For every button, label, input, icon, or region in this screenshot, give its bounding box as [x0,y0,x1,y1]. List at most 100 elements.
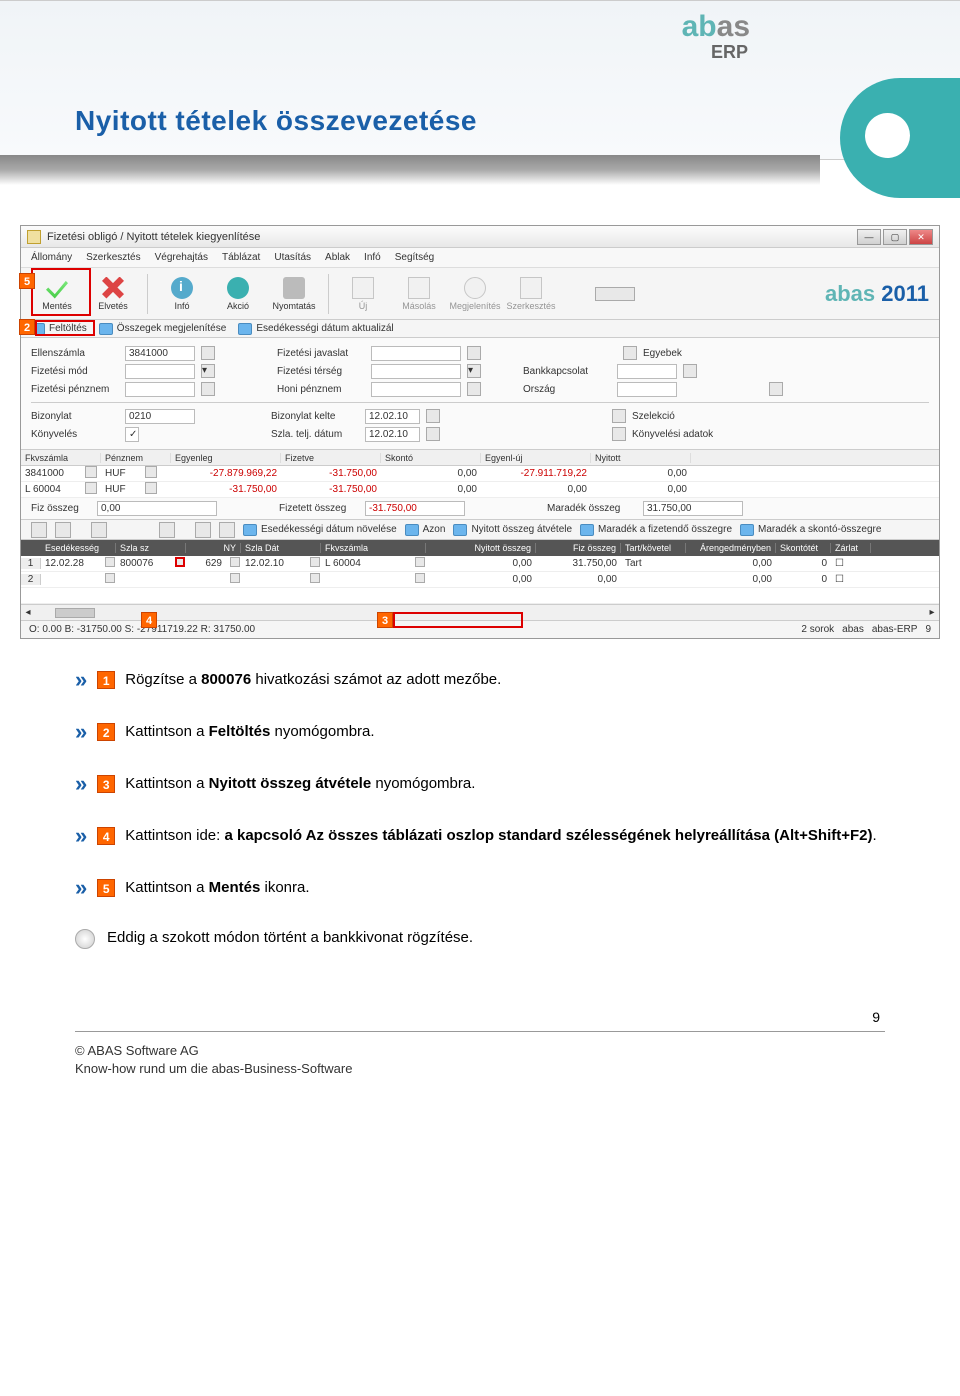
maradek-skonto-button[interactable]: Maradék a skontó-összegre [740,524,881,536]
lookup-icon-5[interactable] [201,382,215,396]
fizterseg-input[interactable] [371,364,461,379]
horizontal-scrollbar[interactable]: ◂ ▸ [21,604,939,620]
nyitott-atvetele-button[interactable]: Nyitott összeg átvétele [453,524,572,536]
view-button[interactable]: Megjelenítés [449,271,501,317]
feltoltes-button[interactable]: Feltöltés [31,323,87,335]
dropdown-icon-3[interactable]: ▾ [467,364,481,378]
detail-row[interactable]: 1 12.02.28 800076 629 12.02.10 L 60004 0… [21,556,939,572]
menu-vegrehajtas[interactable]: Végrehajtás [155,252,208,263]
esedekesseg-button[interactable]: Esedékességi dátum aktualizál [238,323,393,335]
cell-icon[interactable] [85,466,97,478]
cell-icon[interactable] [145,466,157,478]
cell-icon[interactable] [105,573,115,583]
main-toolbar: Mentés Elvetés Infó Akció Nyomtatás Új M… [21,268,939,320]
cell-icon[interactable] [415,573,425,583]
toolbar-separator [147,274,148,314]
edit-button[interactable]: Szerkesztés [505,271,557,317]
statusbar: O: 0.00 B: -31750.00 S: -27911719.22 R: … [21,620,939,638]
row-number: 1 [21,558,41,569]
menu-info[interactable]: Infó [364,252,381,263]
step-badge: 2 [97,723,115,741]
menu-szerkesztes[interactable]: Szerkesztés [86,252,140,263]
save-button[interactable]: Mentés [31,271,83,317]
tool-icon-4[interactable] [159,522,175,538]
cell: HUF [101,484,141,495]
cell-icon[interactable] [415,557,425,567]
cell-icon[interactable] [230,557,240,567]
maradek-fizetendo-button[interactable]: Maradék a fizetendő összegre [580,524,732,536]
bizkelte-input[interactable]: 12.02.10 [365,409,420,424]
col-fizetve: Fizetve [281,453,381,463]
tool-icon-5[interactable] [195,522,211,538]
cell-icon[interactable] [310,557,320,567]
col: Fiz összeg [536,543,621,553]
calendar-icon-2[interactable] [426,427,440,441]
menu-ablak[interactable]: Ablak [325,252,350,263]
fizpenznem-input[interactable] [125,382,195,397]
grid-row: 3841000 HUF -27.879.969,22 -31.750,00 0,… [21,466,939,482]
new-button[interactable]: Új [337,271,389,317]
instruction-item: » 2 Kattintson a Feltöltés nyomógombra. [75,721,885,743]
bizonylat-input[interactable]: 0210 [125,409,195,424]
tool-icon-3[interactable] [91,522,107,538]
tool-icon-2[interactable] [55,522,71,538]
copy-button[interactable]: Másolás [393,271,445,317]
callout-1 [175,557,185,567]
edit-label: Szerkesztés [506,301,555,311]
fizmod-input[interactable] [125,364,195,379]
lookup-icon-8[interactable] [612,409,626,423]
esed-novel-button[interactable]: Esedékességi dátum növelése [243,524,397,536]
bankkapcsolat-input[interactable] [617,364,677,379]
discard-button[interactable]: Elvetés [87,271,139,317]
azon-button[interactable]: Azon [405,524,446,536]
orszag-input[interactable] [617,382,677,397]
col-skonto: Skontó [381,453,481,463]
detail-row[interactable]: 2 0,00 0,00 0,00 0 ☐ [21,572,939,588]
tool-icon-1[interactable] [31,522,47,538]
ellenszamla-input[interactable]: 3841000 [125,346,195,361]
maximize-button[interactable]: ▢ [883,229,907,245]
cell-icon[interactable] [105,557,115,567]
menu-utasitas[interactable]: Utasítás [274,252,311,263]
tool-icon-6[interactable] [219,522,235,538]
dropdown-icon[interactable] [595,287,635,301]
print-button[interactable]: Nyomtatás [268,271,320,317]
lookup-icon-6[interactable] [467,382,481,396]
col-fkv: Fkvszámla [21,453,101,463]
x-icon [102,277,124,299]
osszegek-button[interactable]: Összegek megjelenítése [99,323,227,335]
cell: 0,00 [381,468,481,479]
scroll-thumb[interactable] [55,608,95,618]
instruction-text: Kattintson a Nyitott összeg átvétele nyo… [125,773,885,794]
chevron-icon: » [75,721,87,743]
cell: -27.911.719,22 [481,468,591,479]
action-button[interactable]: Akció [212,271,264,317]
konyveles-checkbox[interactable]: ✓ [125,427,139,442]
col: Skontótét [776,543,831,553]
szladatum-input[interactable]: 12.02.10 [365,427,420,442]
info-button[interactable]: Infó [156,271,208,317]
lookup-icon[interactable] [201,346,215,360]
menu-tablazat[interactable]: Táblázat [222,252,260,263]
chevron-icon: » [75,877,87,899]
cell-icon[interactable] [230,573,240,583]
lookup-icon-3[interactable] [623,346,637,360]
calendar-icon[interactable] [426,409,440,423]
honipenznem-input[interactable] [371,382,461,397]
minimize-button[interactable]: — [857,229,881,245]
lookup-icon-2[interactable] [467,346,481,360]
menu-segitseg[interactable]: Segítség [395,252,434,263]
cell-icon[interactable] [310,573,320,583]
cell-icon[interactable] [85,482,97,494]
lookup-icon-4[interactable] [683,364,697,378]
menu-allomanyi[interactable]: Állomány [31,252,72,263]
close-button[interactable]: ✕ [909,229,933,245]
dropdown-icon-2[interactable]: ▾ [201,364,215,378]
col-egyenluj: Egyenl-új [481,453,591,463]
lookup-icon-7[interactable] [769,382,783,396]
balance-grid: Fkvszámla Pénznem Egyenleg Fizetve Skont… [21,450,939,498]
cell-icon[interactable] [145,482,157,494]
lookup-icon-9[interactable] [612,427,626,441]
instructions-list: » 1 Rögzítse a 800076 hivatkozási számot… [75,669,885,949]
fizjavaslat-input[interactable] [371,346,461,361]
